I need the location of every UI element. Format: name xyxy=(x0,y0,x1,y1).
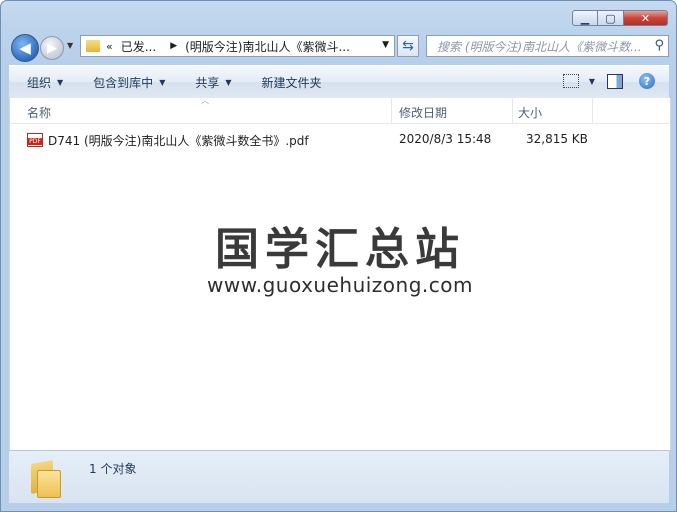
sort-indicator-icon: ︿ xyxy=(201,96,209,105)
column-header-modified[interactable]: 修改日期 xyxy=(399,104,447,121)
folder-icon xyxy=(31,460,67,498)
preview-pane-icon[interactable] xyxy=(607,73,623,89)
share-label: 共享 xyxy=(195,75,220,90)
share-menu[interactable]: 共享 ▼ xyxy=(195,74,231,91)
folder-icon xyxy=(86,40,100,52)
forward-button[interactable]: ▶ xyxy=(40,36,64,60)
search-icon[interactable]: ⚲ xyxy=(654,38,664,53)
include-in-library-label: 包含到库中 xyxy=(93,75,154,90)
recent-pages-dropdown[interactable]: ▼ xyxy=(67,41,73,50)
column-divider[interactable] xyxy=(512,98,513,123)
pdf-icon: PDF xyxy=(27,133,43,147)
column-divider[interactable] xyxy=(592,98,593,123)
chevron-down-icon: ▼ xyxy=(225,77,232,87)
refresh-icon: ⇆ xyxy=(402,38,414,54)
overflow-chevron[interactable]: « xyxy=(106,40,113,53)
help-icon[interactable]: ? xyxy=(639,73,655,89)
chevron-down-icon: ▼ xyxy=(57,77,64,87)
close-button[interactable]: ✕ xyxy=(624,10,668,26)
file-row[interactable]: PDF D741 (明版今注)南北山人《紫微斗数全书》.pdf 2020/8/3… xyxy=(10,130,670,150)
address-bar[interactable]: « 已发... ▶ (明版今注)南北山人《紫微斗... ▼ xyxy=(80,35,395,57)
chevron-down-icon: ▼ xyxy=(159,77,166,87)
caption-buttons: ▁ ▢ ✕ xyxy=(572,10,668,26)
minimize-button[interactable]: ▁ xyxy=(572,10,598,26)
column-header-name[interactable]: 名称 xyxy=(27,104,51,121)
address-dropdown-icon[interactable]: ▼ xyxy=(382,40,389,50)
change-view-icon[interactable] xyxy=(562,74,579,88)
organize-menu[interactable]: 组织 ▼ xyxy=(27,74,63,91)
command-bar: 组织 ▼ 包含到库中 ▼ 共享 ▼ 新建文件夹 ▼ ? xyxy=(9,65,669,99)
back-button[interactable]: ◀ xyxy=(11,34,39,62)
new-folder-button[interactable]: 新建文件夹 xyxy=(262,74,322,91)
file-name: D741 (明版今注)南北山人《紫微斗数全书》.pdf xyxy=(48,134,309,148)
search-box[interactable]: 搜索 (明版今注)南北山人《紫微斗数... ⚲ xyxy=(426,35,669,57)
file-list[interactable]: ︿ 名称 修改日期 大小 PDF D741 (明版今注)南北山人《紫微斗数全书》… xyxy=(9,96,671,450)
breadcrumb-segment-current[interactable]: (明版今注)南北山人《紫微斗... xyxy=(185,38,350,55)
include-in-library-menu[interactable]: 包含到库中 ▼ xyxy=(93,74,165,91)
breadcrumb-segment-parent[interactable]: 已发... xyxy=(121,38,156,55)
column-header-row: ︿ 名称 修改日期 大小 xyxy=(10,96,670,124)
refresh-button[interactable]: ⇆ xyxy=(397,35,419,57)
back-arrow-icon: ◀ xyxy=(19,39,31,57)
column-divider[interactable] xyxy=(391,98,392,123)
breadcrumb-separator-icon[interactable]: ▶ xyxy=(170,41,177,51)
column-header-size[interactable]: 大小 xyxy=(518,104,542,121)
file-modified: 2020/8/3 15:48 xyxy=(399,132,492,146)
details-pane: 1 个对象 xyxy=(9,450,669,503)
toolbar-right: ▼ ? xyxy=(562,73,655,89)
new-folder-label: 新建文件夹 xyxy=(261,75,322,90)
explorer-window: ▁ ▢ ✕ ◀ ▶ ▼ « 已发... ▶ (明版今注)南北山人《紫微斗... … xyxy=(0,0,677,512)
item-count: 1 个对象 xyxy=(89,462,137,476)
watermark-title: 国学汇总站 xyxy=(215,224,465,275)
file-size: 32,815 KB xyxy=(526,132,588,146)
search-input[interactable]: 搜索 (明版今注)南北山人《紫微斗数... xyxy=(437,38,645,55)
forward-arrow-icon: ▶ xyxy=(47,40,57,56)
watermark-url: www.guoxuehuizong.com xyxy=(207,273,473,297)
maximize-button[interactable]: ▢ xyxy=(598,10,624,26)
view-options-dropdown-icon[interactable]: ▼ xyxy=(589,77,595,86)
organize-label: 组织 xyxy=(27,75,52,90)
